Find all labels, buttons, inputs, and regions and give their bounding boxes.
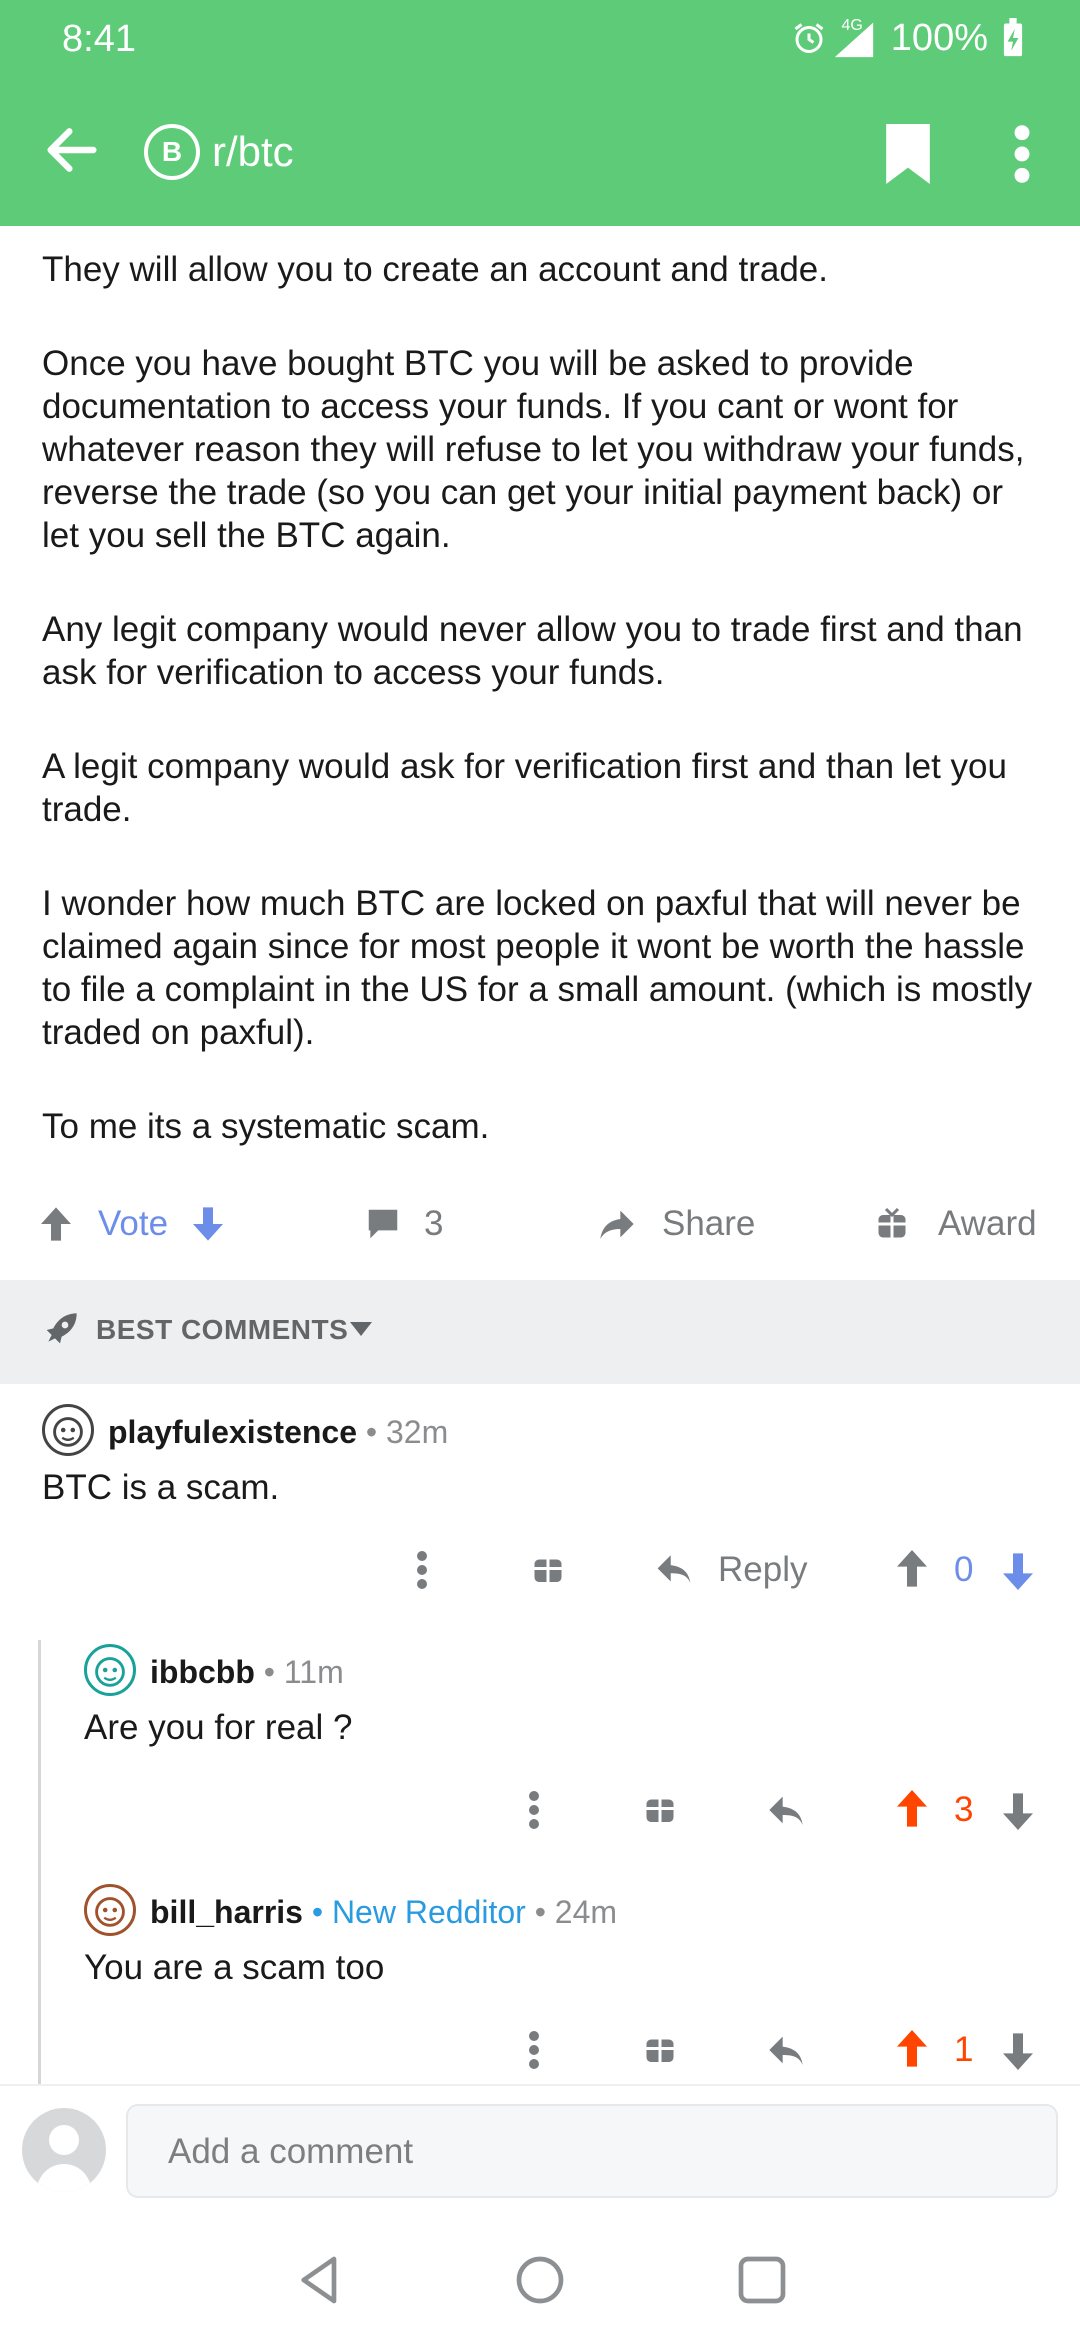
rocket-icon [46, 1313, 77, 1344]
downvote-icon[interactable] [998, 2020, 1038, 2080]
gift-icon[interactable] [642, 2020, 678, 2080]
post-paragraph: Any legit company would never allow you … [42, 610, 1023, 692]
comment-actions: 3 [0, 1780, 1080, 1840]
sort-label: BEST COMMENTS [96, 1314, 349, 1345]
post-paragraph: Once you have bought BTC you will be ask… [42, 344, 1025, 555]
nav-home-icon[interactable] [512, 2252, 568, 2308]
more-options-icon[interactable] [1000, 122, 1044, 186]
default-user-icon [36, 2125, 92, 2192]
comment-score: 3 [954, 1790, 974, 1829]
back-arrow-icon[interactable] [40, 118, 104, 182]
subreddit-icon-letter: B [161, 136, 183, 167]
comment-time: • 11m [263, 1654, 344, 1690]
post-paragraph: They will allow you to create an account… [42, 250, 828, 289]
alarm-icon [795, 23, 824, 53]
reply-arrow-icon [657, 1555, 691, 1584]
comment-body: You are a scam too [84, 1948, 385, 1987]
avatar[interactable] [42, 1404, 94, 1456]
snoo-avatar-icon [95, 1897, 125, 1927]
comment-author-row: ibbcbb • 11m [150, 1654, 344, 1691]
upvote-icon[interactable] [892, 1780, 932, 1840]
post-paragraph: To me its a systematic scam. [42, 1107, 490, 1146]
more-options-icon[interactable] [524, 1780, 544, 1840]
comment-body: BTC is a scam. [42, 1468, 280, 1507]
upvote-icon[interactable] [36, 1204, 76, 1244]
vote-control: Vote [36, 1204, 228, 1244]
avatar[interactable] [84, 1644, 136, 1696]
award-label: Award [938, 1204, 1037, 1243]
share-arrow-icon [600, 1210, 634, 1239]
share-button[interactable]: Share [596, 1204, 755, 1244]
snoo-avatar-icon [53, 1417, 83, 1447]
username[interactable]: bill_harris [150, 1894, 303, 1930]
nav-back-icon[interactable] [292, 2252, 348, 2308]
more-options-icon[interactable] [412, 1540, 432, 1600]
award-button[interactable]: Award [874, 1204, 1037, 1244]
share-label: Share [662, 1204, 756, 1243]
reply-button[interactable]: Reply [654, 1540, 807, 1600]
downvote-icon[interactable] [188, 1204, 228, 1244]
comment-composer: Add a comment [0, 2084, 1080, 2214]
comment-author-row: playfulexistence • 32m [108, 1414, 448, 1451]
post-paragraph: A legit company would ask for verificati… [42, 747, 1007, 829]
add-comment-input[interactable]: Add a comment [126, 2104, 1058, 2198]
vote-label: Vote [98, 1204, 169, 1243]
subreddit-name[interactable]: r/btc [212, 128, 294, 176]
reply-arrow-icon[interactable] [766, 2020, 806, 2080]
reply-label: Reply [718, 1550, 808, 1589]
upvote-icon[interactable] [892, 2020, 932, 2080]
comment-body: Are you for real ? [84, 1708, 353, 1747]
avatar[interactable] [84, 1884, 136, 1936]
more-options-icon[interactable] [524, 2020, 544, 2080]
downvote-icon[interactable] [998, 1540, 1038, 1600]
battery-percent: 100% [890, 16, 988, 59]
username[interactable]: ibbcbb [150, 1654, 255, 1690]
comment-actions: 1 [0, 2020, 1080, 2080]
downvote-icon[interactable] [998, 1780, 1038, 1840]
post-paragraph: I wonder how much BTC are locked on paxf… [42, 884, 1033, 1052]
status-time: 8:41 [62, 18, 136, 60]
status-icons: 4G 100% [791, 16, 1024, 60]
signal-icon [834, 22, 873, 58]
reply-arrow-icon[interactable] [766, 1780, 806, 1840]
comment-actions: Reply 0 [0, 1540, 1080, 1600]
comment-author-row: bill_harris • New Redditor • 24m [150, 1894, 617, 1931]
chevron-down-icon [350, 1322, 372, 1336]
comment-score: 1 [954, 2030, 974, 2069]
app-header: 8:41 4G 100% B r/btc [0, 0, 1080, 226]
post-body: They will allow you to create an account… [42, 248, 1042, 1199]
comment-score: 0 [954, 1550, 974, 1589]
gift-icon[interactable] [530, 1540, 566, 1600]
comment-time: • 32m [365, 1414, 449, 1450]
battery-charging-icon [1003, 18, 1023, 57]
nav-recents-icon[interactable] [734, 2252, 790, 2308]
thread-line[interactable] [38, 1640, 41, 2084]
comments-button[interactable]: 3 [364, 1204, 443, 1244]
bookmark-icon[interactable] [880, 124, 936, 184]
system-navigation-bar [0, 2214, 1080, 2340]
gift-icon [878, 1207, 906, 1238]
comment-count: 3 [424, 1204, 444, 1243]
username[interactable]: playfulexistence [108, 1414, 357, 1450]
upvote-icon[interactable] [892, 1540, 932, 1600]
comment-bubble-icon [368, 1209, 398, 1239]
subreddit-bitcoin-icon[interactable]: B [144, 124, 200, 180]
status-bar: 8:41 4G 100% [0, 0, 1080, 80]
user-flair: • New Redditor [311, 1894, 526, 1930]
post-action-bar: Vote 3 Share Award [0, 1190, 1080, 1270]
gift-icon[interactable] [642, 1780, 678, 1840]
comment-sort-bar[interactable]: BEST COMMENTS [0, 1280, 1080, 1384]
user-avatar[interactable] [22, 2108, 106, 2192]
app-bar: B r/btc [0, 90, 1080, 214]
comment-time: • 24m [534, 1894, 618, 1930]
snoo-avatar-icon [95, 1657, 125, 1687]
